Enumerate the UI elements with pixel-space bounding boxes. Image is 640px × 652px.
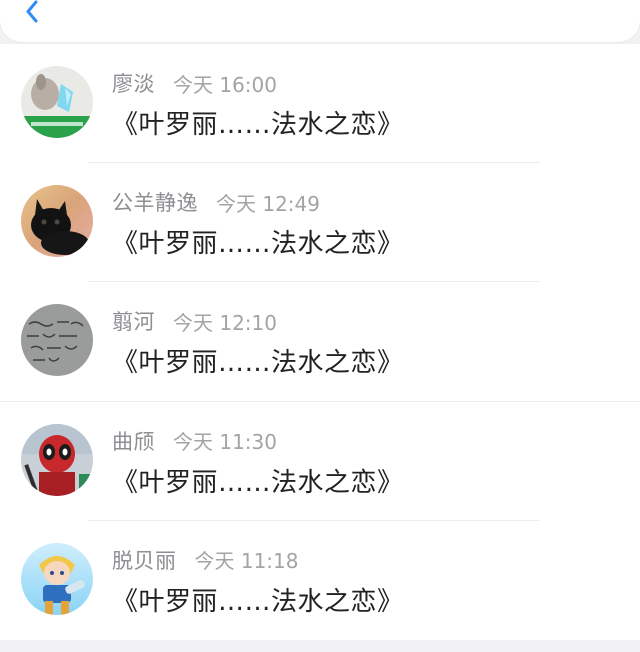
message-item[interactable]: 曲颀 今天 11:30 《叶罗丽……法水之恋》 <box>0 402 640 521</box>
avatar-anime-character-icon <box>21 542 93 615</box>
message-text: 《叶罗丽……法水之恋》 <box>112 110 404 140</box>
chevron-left-icon <box>26 0 38 23</box>
timestamp: 今天 11:18 <box>194 549 299 574</box>
sender-name: 翦河 <box>112 310 155 335</box>
sender-name: 廖淡 <box>112 72 155 96</box>
message-text: 《叶罗丽……法水之恋》 <box>112 467 404 498</box>
avatar-deadpool-figure-icon <box>21 423 93 496</box>
timestamp: 今天 12:10 <box>173 310 277 335</box>
sender-name: 脱贝丽 <box>112 548 177 573</box>
avatar[interactable] <box>21 542 93 615</box>
avatar[interactable] <box>21 66 93 138</box>
avatar-cat-photo-icon <box>21 66 93 138</box>
timestamp: 今天 11:30 <box>173 430 277 455</box>
message-text: 《叶罗丽……法水之恋》 <box>112 348 404 379</box>
avatar[interactable] <box>21 423 93 496</box>
sender-name: 公羊静逸 <box>112 191 198 216</box>
timestamp: 今天 16:00 <box>173 72 277 97</box>
message-item[interactable]: 翦河 今天 12:10 《叶罗丽……法水之恋》 <box>0 282 640 402</box>
top-navigation-bar <box>0 0 640 42</box>
sender-name: 曲颀 <box>112 429 155 454</box>
message-item[interactable]: 公羊静逸 今天 12:49 《叶罗丽……法水之恋》 <box>0 163 640 283</box>
avatar-black-kitten-icon <box>21 185 93 258</box>
back-button[interactable] <box>20 0 46 24</box>
avatar[interactable] <box>21 185 93 258</box>
message-item[interactable]: 脱贝丽 今天 11:18 《叶罗丽……法水之恋》 <box>0 521 640 640</box>
message-item[interactable]: 廖淡 今天 16:00 《叶罗丽……法水之恋》 <box>0 44 640 164</box>
avatar-handwriting-icon <box>21 304 93 377</box>
message-text: 《叶罗丽……法水之恋》 <box>112 229 404 260</box>
avatar[interactable] <box>21 304 93 377</box>
message-text: 《叶罗丽……法水之恋》 <box>112 586 404 617</box>
timestamp: 今天 12:49 <box>216 191 320 216</box>
message-list: 廖淡 今天 16:00 《叶罗丽……法水之恋》 公羊静逸 今天 12:49 《叶… <box>0 44 640 640</box>
